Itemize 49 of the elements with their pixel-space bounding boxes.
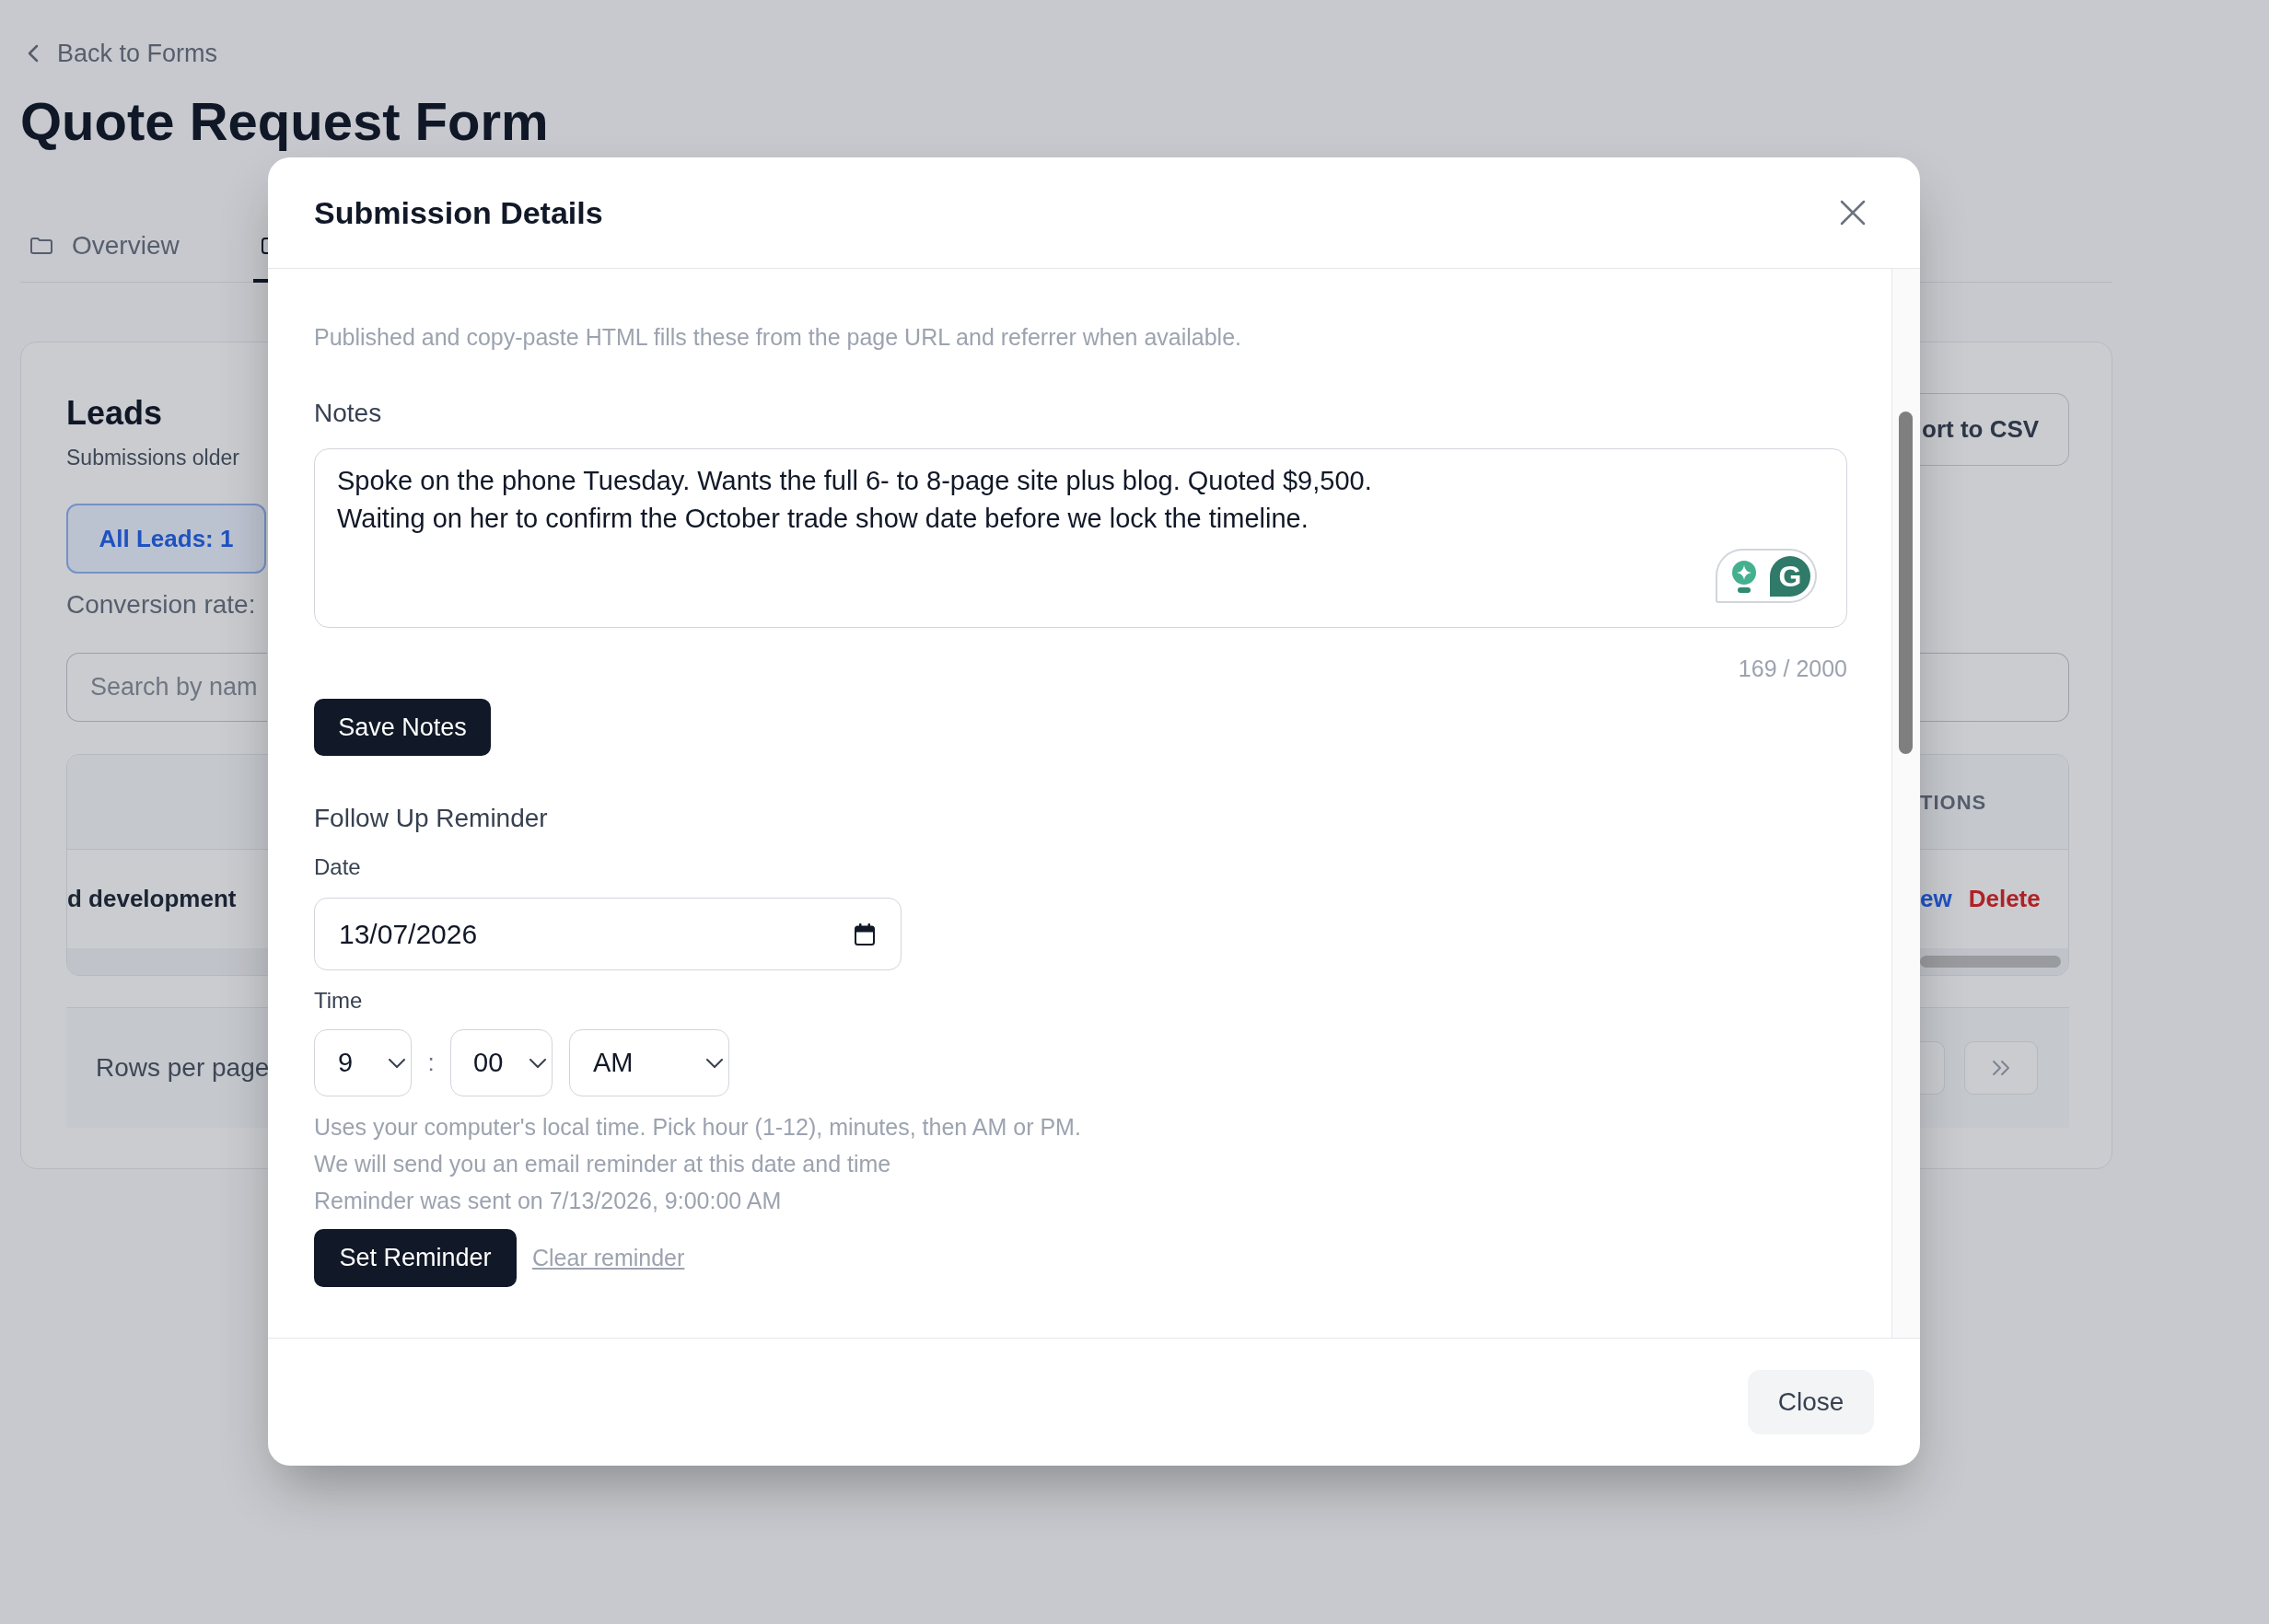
writing-assistant-widget[interactable]: G (1716, 549, 1817, 603)
card-title: Leads (66, 393, 164, 434)
date-label: Date (314, 853, 362, 881)
period-select[interactable]: AM (569, 1029, 729, 1096)
chevron-left-icon (28, 44, 39, 63)
notes-field[interactable]: Spoke on the phone Tuesday. Wants the full 6- to 8-page site plus blog. Quoted $9,500. Waiting on her to confirm the October trade show date before we lock the timeline. G (314, 448, 1847, 628)
lightbulb-icon (1730, 559, 1758, 593)
time-label: Time (314, 987, 364, 1015)
action-link[interactable]: ew (1920, 881, 1952, 917)
back-link[interactable]: Back to Forms (28, 37, 218, 70)
chevron-down-icon (706, 1058, 723, 1068)
set-reminder-button[interactable]: Set Reminder (314, 1229, 517, 1287)
column-header: TIONS (1920, 790, 1987, 814)
close-dialog-button[interactable]: Close (1748, 1370, 1874, 1434)
double-chevron-right-icon (1991, 1060, 2011, 1076)
intro-text: Published and copy-paste HTML fills these from the page URL and referrer when available. (314, 323, 1242, 352)
table-cell-text: d development (67, 884, 237, 914)
page-title: Quote Request Form (20, 92, 549, 151)
rows-per-page-label: Rows per page (96, 1052, 270, 1084)
dialog-title: Submission Details (314, 193, 603, 232)
scrollbar-thumb[interactable] (1899, 412, 1913, 754)
logo-mark: G (1770, 555, 1810, 597)
calendar-icon (855, 922, 875, 945)
minute-select[interactable]: 00 (450, 1029, 553, 1096)
save-notes-button[interactable]: Save Notes (314, 699, 491, 756)
folder-icon (29, 237, 53, 255)
chevron-down-icon (529, 1058, 546, 1068)
last-page-button[interactable] (1964, 1041, 2038, 1095)
card-subtitle: Submissions older (66, 445, 239, 471)
bracket-icon (261, 237, 268, 255)
search-field[interactable] (1920, 653, 2069, 722)
notes-label: Notes (314, 398, 383, 429)
helper-text: Reminder was sent on 7/13/2026, 9:00:00 AM (314, 1187, 782, 1215)
close-icon (1839, 199, 1867, 226)
action-link[interactable]: Delete (1968, 881, 2041, 917)
hour-select[interactable]: 9 (314, 1029, 412, 1096)
helper-text: We will send you an email reminder at this date and time (314, 1150, 891, 1178)
helper-text: Uses your computer's local time. Pick hour (1-12), minutes, then AM or PM. (314, 1113, 1081, 1142)
section-heading: Follow Up Reminder (314, 803, 549, 834)
date-field[interactable]: 13/07/2026 (314, 898, 902, 970)
chevron-down-icon (389, 1058, 405, 1068)
scrollbar-thumb[interactable] (1920, 956, 2061, 968)
tab[interactable]: Overview (20, 218, 253, 283)
time-separator: : (426, 1048, 436, 1078)
character-count: 169 / 2000 (1737, 655, 1847, 683)
page-button[interactable] (1920, 1041, 1945, 1095)
conversion-rate-label: Conversion rate: (66, 589, 256, 621)
export-button[interactable]: ort to CSV (1920, 393, 2069, 466)
filter-chip[interactable]: All Leads: 1 (66, 504, 266, 574)
